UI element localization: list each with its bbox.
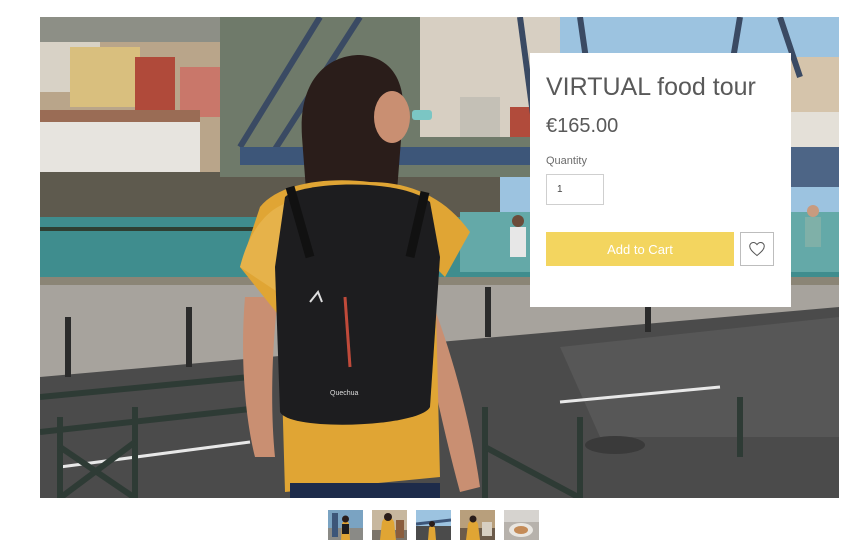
svg-text:Quechua: Quechua — [330, 390, 359, 397]
product-info-card: VIRTUAL food tour €165.00 Quantity Add t… — [530, 53, 791, 307]
quantity-label: Quantity — [546, 155, 587, 167]
thumbnail-5[interactable] — [504, 510, 539, 540]
wishlist-button[interactable] — [740, 232, 774, 266]
thumbnail-4[interactable] — [460, 510, 495, 540]
product-title: VIRTUAL food tour — [546, 73, 756, 101]
thumbnail-strip — [328, 510, 539, 540]
add-to-cart-button[interactable]: Add to Cart — [546, 232, 734, 266]
thumbnail-2[interactable] — [372, 510, 407, 540]
product-price: €165.00 — [546, 115, 619, 137]
thumbnail-1[interactable] — [328, 510, 363, 540]
product-page: Quechua VIRTUAL food tour €165.00 Quanti… — [0, 0, 866, 540]
heart-icon — [748, 241, 766, 257]
quantity-input[interactable] — [546, 174, 604, 205]
product-actions: Add to Cart — [546, 232, 774, 266]
thumbnail-3[interactable] — [416, 510, 451, 540]
